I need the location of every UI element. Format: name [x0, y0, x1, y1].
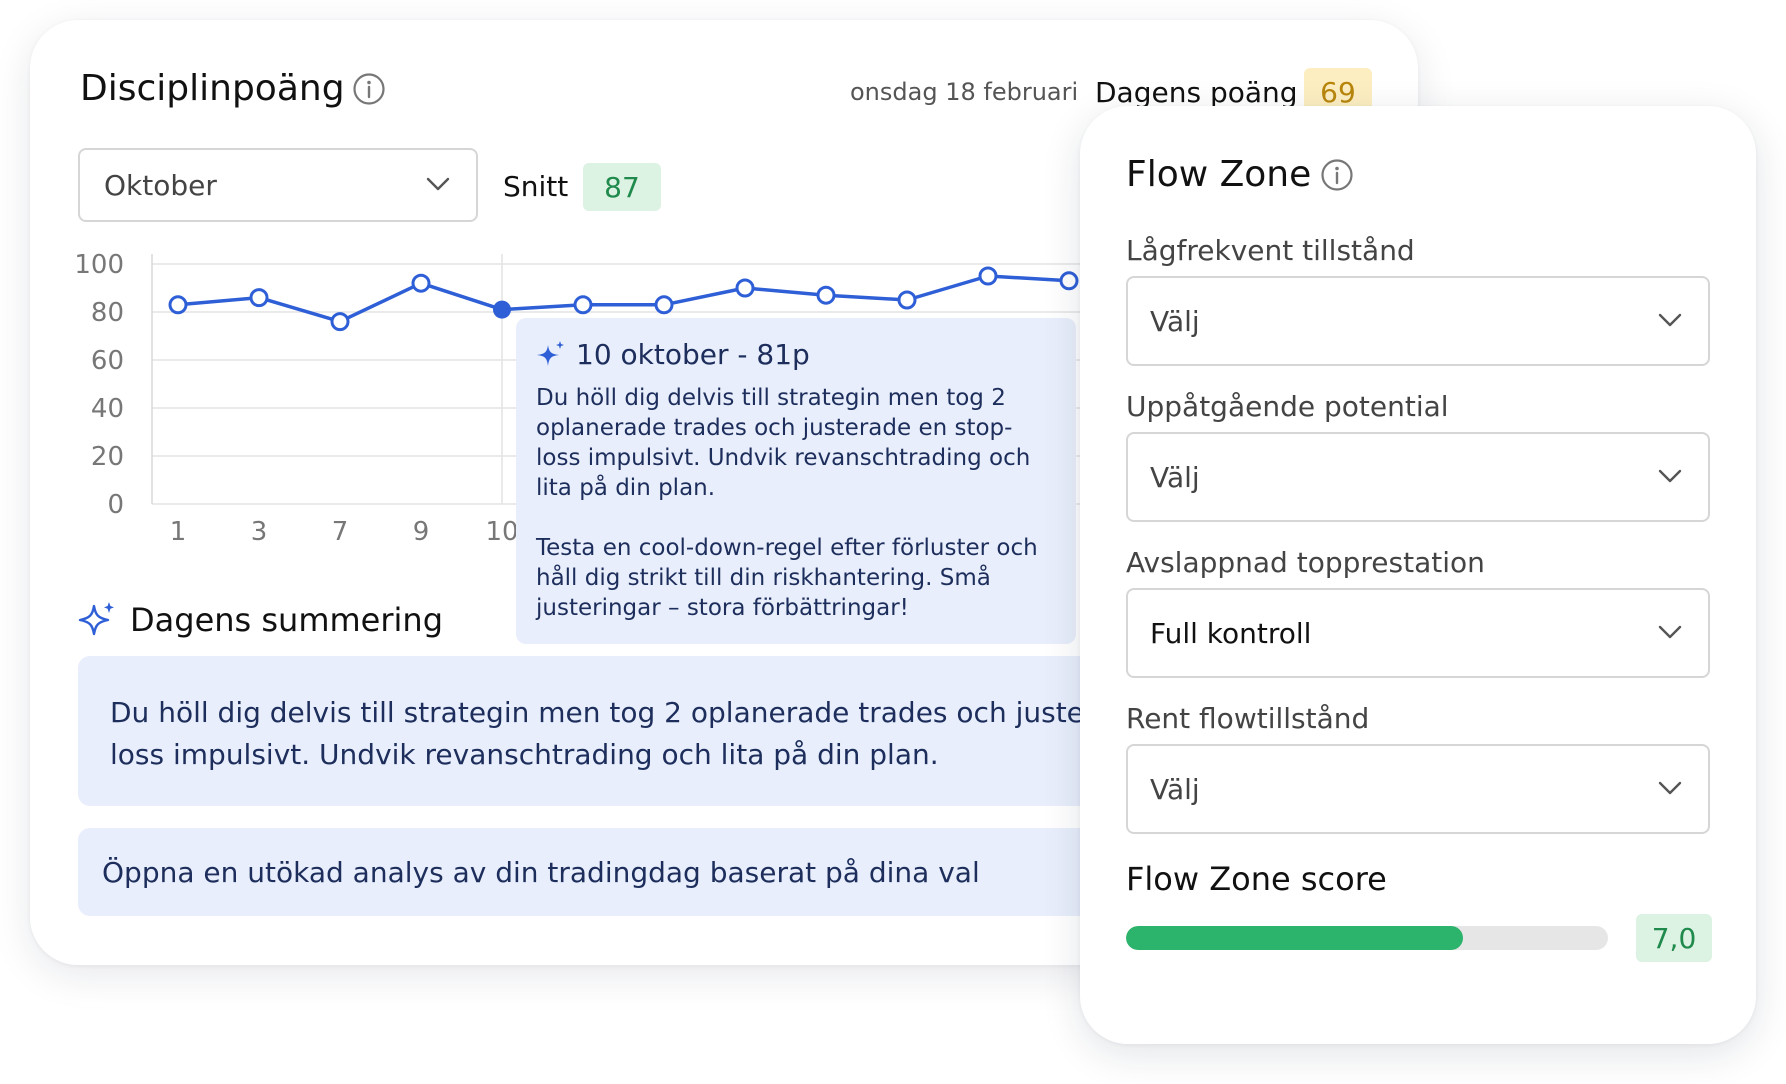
chevron-down-icon: [1658, 625, 1682, 639]
tooltip-paragraph: Du höll dig delvis till strategin men to…: [536, 385, 1031, 501]
data-point: [978, 266, 998, 286]
data-point: [897, 290, 917, 310]
x-tick-label: 10: [485, 517, 518, 547]
select-low-frequency[interactable]: Välj: [1126, 276, 1710, 366]
y-tick-label: 100: [74, 250, 124, 280]
select-relaxed-peak[interactable]: Full kontroll: [1126, 588, 1710, 678]
chart-x-axis: 1 3 7 9 10: [170, 517, 519, 547]
chevron-down-icon: [1658, 469, 1682, 483]
y-tick-label: 80: [91, 298, 124, 328]
select-value: Full kontroll: [1150, 616, 1312, 650]
y-tick-label: 20: [91, 442, 124, 472]
y-tick-label: 40: [91, 394, 124, 424]
sparkle-icon: [78, 602, 114, 636]
chevron-down-icon: [1658, 313, 1682, 327]
info-icon[interactable]: [1320, 158, 1354, 192]
y-tick-label: 0: [107, 490, 124, 520]
flow-zone-progress-fill: [1126, 926, 1464, 950]
flow-zone-score-title: Flow Zone score: [1126, 860, 1387, 898]
chart-tooltip: 10 oktober - 81p Du höll dig delvis till…: [516, 318, 1076, 644]
data-point: [1059, 271, 1079, 291]
flow-zone-title: Flow Zone: [1126, 154, 1312, 195]
sparkle-icon: [537, 340, 564, 366]
chart-y-axis: 100 80 60 40 20 0: [74, 250, 124, 520]
flow-zone-progress: [1126, 926, 1608, 950]
flow-zone-score-badge: 7,0: [1636, 914, 1712, 962]
chart-series: [177, 274, 1070, 324]
x-tick-label: 1: [170, 517, 187, 547]
field-label-pure-flow: Rent flowtillstånd: [1126, 702, 1370, 735]
select-value: Välj: [1150, 772, 1200, 806]
data-point: [816, 285, 836, 305]
data-point: [411, 273, 431, 293]
data-point: [168, 295, 188, 315]
data-point: [573, 295, 593, 315]
field-label-relaxed-peak: Avslappnad topprestation: [1126, 546, 1485, 579]
data-point-selected: [493, 300, 511, 319]
summary-title: Dagens summering: [130, 601, 443, 639]
extended-analysis-label: Öppna en utökad analys av din tradingdag…: [102, 855, 980, 889]
x-tick-label: 3: [251, 517, 268, 547]
data-point: [654, 295, 674, 315]
select-upward-potential[interactable]: Välj: [1126, 432, 1710, 522]
x-tick-label: 9: [413, 517, 430, 547]
data-point: [735, 278, 755, 298]
flow-zone-card: Flow Zone Lågfrekvent tillstånd Välj Upp…: [1080, 106, 1756, 1044]
data-point: [249, 288, 269, 308]
tooltip-paragraph: Testa en cool-down-regel efter förluster…: [536, 535, 1038, 621]
select-value: Välj: [1150, 304, 1200, 338]
y-tick-label: 60: [91, 346, 124, 376]
field-label-upward-potential: Uppåtgående potential: [1126, 390, 1449, 423]
field-label-low-frequency: Lågfrekvent tillstånd: [1126, 234, 1415, 267]
x-tick-label: 7: [332, 517, 349, 547]
series-line: [177, 274, 1070, 324]
chevron-down-icon: [1658, 781, 1682, 795]
select-pure-flow[interactable]: Välj: [1126, 744, 1710, 834]
summary-header: Dagens summering: [78, 600, 443, 640]
data-point: [330, 312, 350, 332]
tooltip-title: 10 oktober - 81p: [576, 338, 810, 371]
select-value: Välj: [1150, 460, 1200, 494]
